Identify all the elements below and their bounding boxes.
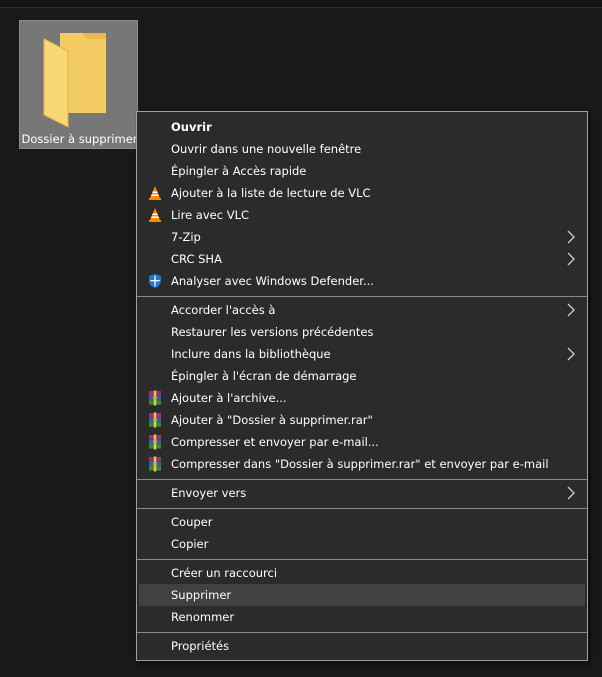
menu-item-label: Copier (171, 537, 209, 551)
menu-item-add-to-rar[interactable]: Ajouter à "Dossier à supprimer.rar" (139, 409, 585, 431)
menu-item-properties[interactable]: Propriétés (139, 635, 585, 657)
menu-item-crc-sha[interactable]: CRC SHA (139, 248, 585, 270)
menu-item-label: Épingler à Accès rapide (171, 164, 307, 178)
menu-item-give-access[interactable]: Accorder l'accès à (139, 299, 585, 321)
menu-item-restore-versions[interactable]: Restaurer les versions précédentes (139, 321, 585, 343)
menu-separator (137, 508, 587, 509)
window-top-strip (0, 0, 602, 7)
menu-item-label: Analyser avec Windows Defender... (171, 274, 374, 288)
menu-item-copy[interactable]: Copier (139, 533, 585, 555)
menu-item-label: Ouvrir (171, 120, 212, 134)
menu-item-label: Restaurer les versions précédentes (171, 325, 374, 339)
chevron-right-icon (567, 347, 575, 361)
window-top-border (0, 7, 602, 8)
menu-item-label: Renommer (171, 610, 235, 624)
menu-separator (137, 296, 587, 297)
menu-item-label: Supprimer (171, 588, 232, 602)
menu-item-label: Ajouter à l'archive... (171, 391, 287, 405)
menu-item-pin-start[interactable]: Épingler à l'écran de démarrage (139, 365, 585, 387)
menu-item-7zip[interactable]: 7-Zip (139, 226, 585, 248)
menu-item-open-new-window[interactable]: Ouvrir dans une nouvelle fenêtre (139, 138, 585, 160)
menu-separator (137, 632, 587, 633)
menu-item-label: Ajouter à "Dossier à supprimer.rar" (171, 413, 373, 427)
menu-item-label: Lire avec VLC (171, 208, 250, 222)
menu-item-label: Accorder l'accès à (171, 303, 276, 317)
menu-item-label: 7-Zip (171, 230, 201, 244)
menu-separator (137, 479, 587, 480)
menu-item-label: Ajouter à la liste de lecture de VLC (171, 186, 371, 200)
menu-item-label: Envoyer vers (171, 486, 247, 500)
menu-item-label: Compresser et envoyer par e-mail... (171, 435, 379, 449)
chevron-right-icon (567, 303, 575, 317)
winrar-icon (149, 412, 161, 428)
menu-item-create-shortcut[interactable]: Créer un raccourci (139, 562, 585, 584)
folder-icon (43, 33, 106, 128)
menu-item-rename[interactable]: Renommer (139, 606, 585, 628)
chevron-right-icon (567, 230, 575, 244)
vlc-icon (149, 186, 161, 200)
menu-item-label: Couper (171, 515, 213, 529)
chevron-right-icon (567, 252, 575, 266)
menu-item-compress-rar-email[interactable]: Compresser dans "Dossier à supprimer.rar… (139, 453, 585, 475)
menu-item-add-archive[interactable]: Ajouter à l'archive... (139, 387, 585, 409)
winrar-icon (149, 456, 161, 472)
menu-item-vlc-add-playlist[interactable]: Ajouter à la liste de lecture de VLC (139, 182, 585, 204)
menu-item-label: Inclure dans la bibliothèque (171, 347, 331, 361)
chevron-right-icon (567, 486, 575, 500)
windows-defender-icon (149, 274, 161, 288)
folder-name-label: Dossier à supprimer (21, 132, 138, 146)
desktop-folder-item[interactable]: Dossier à supprimer (19, 20, 138, 149)
menu-item-windows-defender[interactable]: Analyser avec Windows Defender... (139, 270, 585, 292)
vlc-icon (149, 208, 161, 222)
menu-item-compress-email[interactable]: Compresser et envoyer par e-mail... (139, 431, 585, 453)
menu-item-cut[interactable]: Couper (139, 511, 585, 533)
menu-item-label: Compresser dans "Dossier à supprimer.rar… (171, 457, 549, 471)
menu-separator (137, 559, 587, 560)
menu-item-delete[interactable]: Supprimer (139, 584, 585, 606)
menu-item-vlc-play[interactable]: Lire avec VLC (139, 204, 585, 226)
desktop: Dossier à supprimer Ouvrir Ouvrir dans u… (0, 0, 602, 677)
menu-item-include-library[interactable]: Inclure dans la bibliothèque (139, 343, 585, 365)
menu-item-send-to[interactable]: Envoyer vers (139, 482, 585, 504)
menu-item-label: Épingler à l'écran de démarrage (171, 369, 357, 383)
menu-item-ouvrir[interactable]: Ouvrir (139, 116, 585, 138)
menu-item-label: Ouvrir dans une nouvelle fenêtre (171, 142, 362, 156)
menu-item-label: Créer un raccourci (171, 566, 278, 580)
context-menu: Ouvrir Ouvrir dans une nouvelle fenêtre … (136, 111, 588, 661)
menu-item-label: Propriétés (171, 639, 230, 653)
menu-item-pin-quick-access[interactable]: Épingler à Accès rapide (139, 160, 585, 182)
winrar-icon (149, 434, 161, 450)
winrar-icon (149, 390, 161, 406)
menu-item-label: CRC SHA (171, 252, 222, 266)
